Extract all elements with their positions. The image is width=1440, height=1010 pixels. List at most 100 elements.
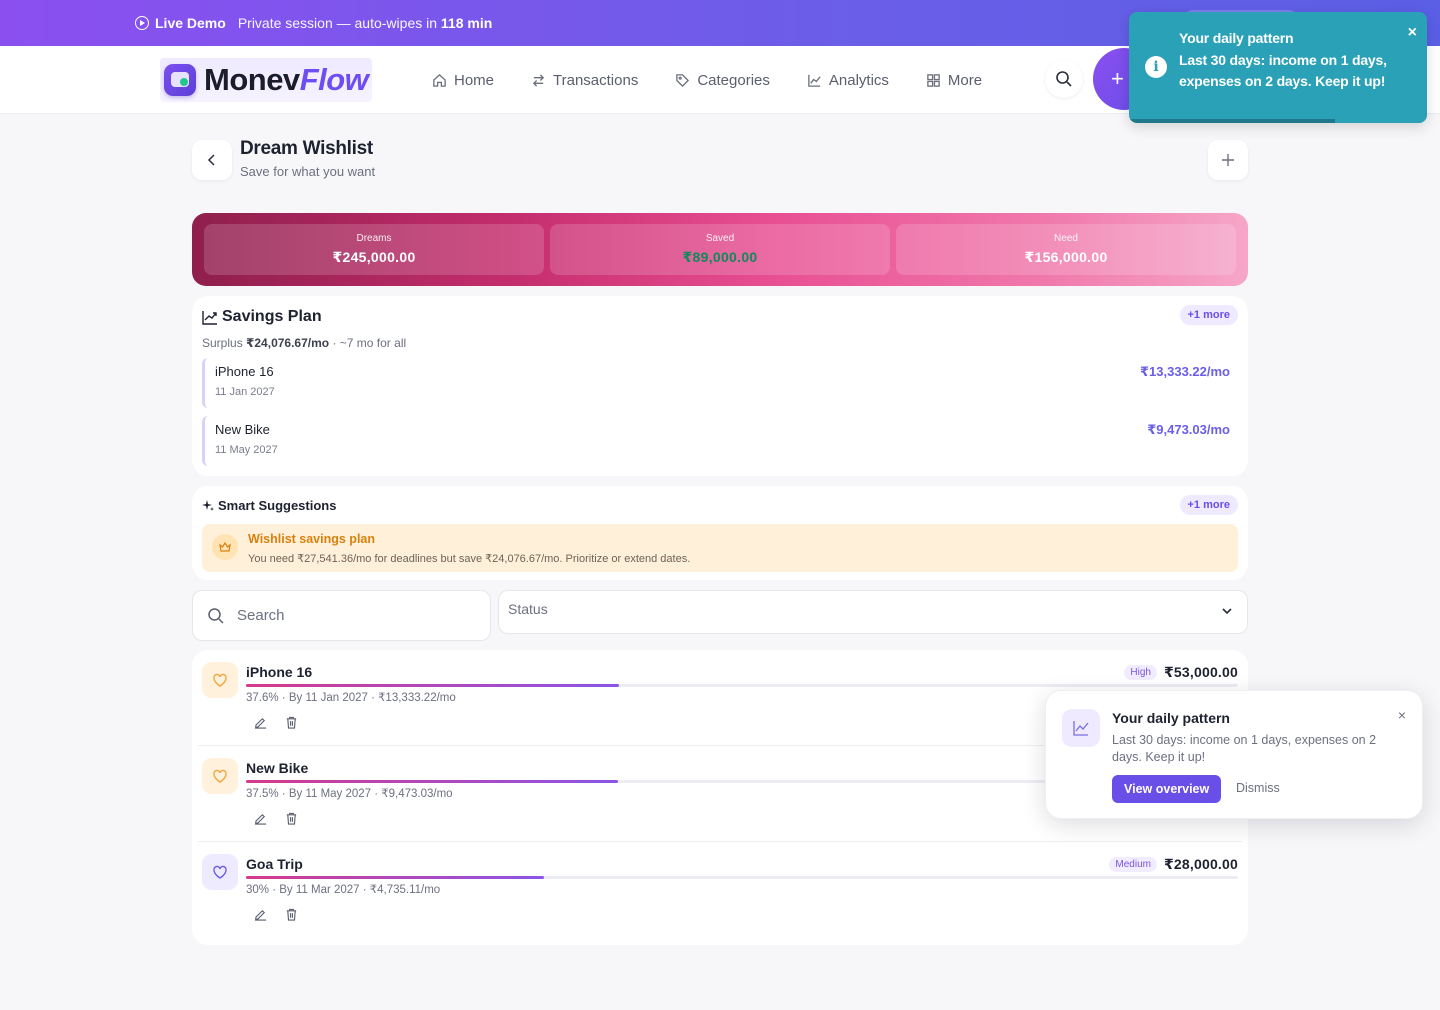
stat-value: ₹89,000.00 — [682, 249, 758, 265]
status-select[interactable]: Status — [498, 590, 1248, 634]
wallet-logo-icon — [164, 64, 196, 96]
wish-name: Goa Trip — [246, 856, 303, 872]
wish-actions — [254, 812, 298, 825]
edit-icon[interactable] — [254, 716, 267, 729]
popup-title: Your daily pattern — [1112, 710, 1230, 726]
nav-item-categories[interactable]: Categories — [675, 72, 770, 89]
suggestions-title: Smart Suggestions — [202, 498, 336, 513]
back-button[interactable] — [192, 140, 232, 180]
chart-line-icon — [808, 74, 821, 87]
wish-name: iPhone 16 — [246, 664, 313, 680]
wishlist-summary: Dreams ₹245,000.00 Saved ₹89,000.00 Need… — [192, 213, 1248, 286]
search-icon — [208, 607, 224, 624]
wish-progress-bar — [246, 684, 1238, 687]
trash-icon[interactable] — [285, 908, 298, 921]
suggestion-item[interactable]: Wishlist savings plan You need ₹27,541.3… — [202, 524, 1238, 572]
session-text: Private session — auto-wipes in — [237, 15, 438, 31]
heart-icon — [202, 758, 238, 794]
suggestion-text: You need ₹27,541.36/mo for deadlines but… — [248, 553, 691, 565]
close-icon[interactable]: × — [1408, 24, 1417, 42]
insight-popup: Your daily pattern Last 30 days: income … — [1045, 690, 1423, 819]
toast-notification: i Your daily pattern Last 30 days: incom… — [1129, 12, 1427, 123]
close-icon[interactable]: × — [1398, 707, 1406, 723]
edit-icon[interactable] — [254, 908, 267, 921]
grid-icon — [927, 73, 940, 87]
status-label: Status — [508, 601, 548, 617]
stat-label: Dreams — [356, 233, 392, 244]
live-demo-label: Live Demo — [155, 15, 226, 31]
more-suggestions-badge[interactable]: +1 more — [1179, 495, 1238, 515]
suggestion-title: Wishlist savings plan — [248, 532, 376, 546]
wish-summary: Medium ₹28,000.00 — [1109, 856, 1238, 873]
search-button[interactable] — [1045, 60, 1083, 98]
plus-icon: + — [1111, 66, 1124, 91]
brand-logo[interactable]: MonevFlow — [160, 58, 373, 102]
card-title: Smart Suggestions — [218, 498, 337, 513]
nav-item-analytics[interactable]: Analytics — [807, 72, 889, 89]
view-overview-button[interactable]: View overview — [1112, 775, 1222, 803]
plan-row: New Bike 11 May 2027 ₹9,473.03/mo — [202, 416, 1238, 466]
wish-progress-fill — [246, 780, 618, 783]
savings-plan-title: Savings Plan — [202, 308, 322, 326]
nav-item-more[interactable]: More — [926, 72, 982, 89]
wish-actions — [254, 716, 298, 729]
surplus-value: ₹24,076.67/mo — [246, 336, 330, 350]
search-input[interactable]: Search — [192, 590, 491, 641]
brand-name: MonevFlow — [204, 62, 369, 97]
surplus-suffix: · ~7 mo for all — [332, 336, 407, 350]
session-minutes: 118 min — [440, 15, 493, 31]
priority-badge: Medium — [1109, 857, 1157, 872]
heart-icon — [202, 854, 238, 890]
surplus-line: Surplus ₹24,076.67/mo · ~7 mo for all — [202, 336, 406, 350]
heart-icon — [202, 662, 238, 698]
card-title: Savings Plan — [222, 308, 322, 325]
wish-meta: 30% · By 11 Mar 2027 · ₹4,735.11/mo — [246, 884, 441, 896]
popup-message: Last 30 days: income on 1 days, expenses… — [1112, 733, 1377, 764]
savings-plan-card: Savings Plan +1 more Surplus ₹24,076.67/… — [192, 296, 1248, 476]
wish-meta: 37.5% · By 11 May 2027 · ₹9,473.03/mo — [246, 788, 453, 800]
toast-title: Your daily pattern — [1179, 30, 1294, 46]
smart-suggestions-card: Smart Suggestions +1 more Wishlist savin… — [192, 486, 1248, 580]
stat-label: Saved — [705, 233, 735, 244]
home-icon — [433, 73, 446, 87]
trash-icon[interactable] — [285, 812, 298, 825]
stat-value: ₹156,000.00 — [1024, 249, 1108, 265]
nav-label: Home — [454, 71, 495, 89]
stat-dreams: Dreams ₹245,000.00 — [204, 224, 544, 275]
stat-need: Need ₹156,000.00 — [896, 224, 1236, 275]
plan-row: iPhone 16 11 Jan 2027 ₹13,333.22/mo — [202, 358, 1238, 408]
nav-label: Analytics — [828, 71, 889, 89]
edit-icon[interactable] — [254, 812, 267, 825]
transfer-icon — [532, 73, 545, 87]
wish-amount: ₹53,000.00 — [1163, 664, 1238, 680]
more-plans-badge[interactable]: +1 more — [1179, 305, 1238, 325]
wish-actions — [254, 908, 298, 921]
chart-line-icon — [1062, 709, 1100, 747]
nav-label: Transactions — [553, 71, 639, 89]
chevron-down-icon — [1222, 608, 1232, 615]
stat-value: ₹245,000.00 — [332, 249, 416, 265]
stat-label: Need — [1054, 233, 1078, 244]
sparkle-icon — [202, 499, 214, 511]
search-icon — [1056, 71, 1072, 87]
stat-saved: Saved ₹89,000.00 — [550, 224, 890, 275]
dismiss-button[interactable]: Dismiss — [1236, 781, 1280, 795]
wish-name: New Bike — [246, 760, 309, 776]
nav-item-home[interactable]: Home — [432, 72, 494, 89]
priority-badge: High — [1124, 665, 1157, 680]
trash-icon[interactable] — [285, 716, 298, 729]
nav-item-transactions[interactable]: Transactions — [531, 72, 638, 89]
page-title: Dream Wishlist — [240, 138, 373, 159]
wishlist-item[interactable]: Goa Trip 30% · By 11 Mar 2027 · ₹4,735.1… — [198, 842, 1242, 938]
chevron-left-icon — [207, 154, 215, 166]
wish-progress-fill — [246, 876, 544, 879]
nav-label: More — [947, 71, 983, 89]
info-icon: i — [1145, 56, 1167, 78]
crown-icon — [212, 534, 238, 560]
plan-amount: ₹9,473.03/mo — [1147, 422, 1230, 437]
wish-progress-fill — [246, 684, 619, 687]
plan-name: iPhone 16 — [215, 364, 274, 379]
add-wish-button[interactable] — [1208, 140, 1248, 180]
toast-progress-bar — [1129, 119, 1335, 123]
nav-label: Categories — [697, 71, 770, 89]
